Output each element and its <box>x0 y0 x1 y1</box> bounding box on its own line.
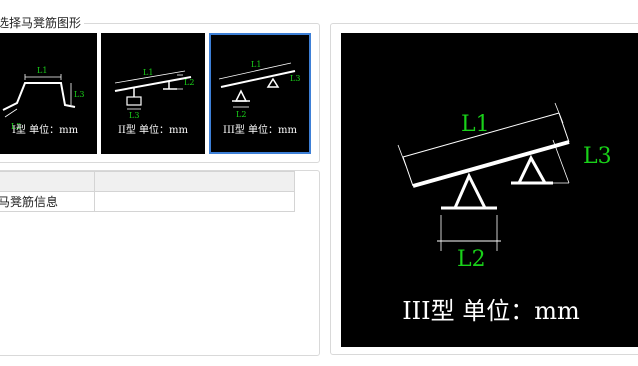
group-title: 选择马凳筋图形 <box>0 14 85 31</box>
property-table: 马凳筋信息 <box>0 171 295 212</box>
shape-option-type-3[interactable]: L1 L3 L2 III型 单位：mm <box>209 33 311 154</box>
preview-label-l2: L2 <box>457 247 486 272</box>
shape-option-type-2[interactable]: L1 L2 L3 II型 单位：mm <box>101 33 205 154</box>
type-1-caption: I型 单位：mm <box>11 125 79 136</box>
type-3-label-l2: L2 <box>236 110 246 119</box>
type-3-caption: III型 单位：mm <box>223 125 297 136</box>
table-cell-name: 马凳筋信息 <box>0 191 95 212</box>
property-table-panel: 马凳筋信息 <box>0 170 320 356</box>
shape-select-group: L1 L3 L2 I型 单位：mm L1 L2 L3 II型 单位：mm L1 … <box>0 23 320 163</box>
preview-label-l1: L1 <box>461 112 490 137</box>
type-3-label-l1: L1 <box>251 60 261 69</box>
type-1-label-l1: L1 <box>37 66 47 75</box>
table-header-name <box>0 171 95 192</box>
type-2-label-l1: L1 <box>143 68 153 77</box>
preview-caption: III型 单位：mm <box>402 297 580 325</box>
shape-option-type-1[interactable]: L1 L3 L2 I型 单位：mm <box>0 33 97 154</box>
type-2-caption: II型 单位：mm <box>117 125 189 136</box>
table-cell-value[interactable] <box>94 191 295 212</box>
preview-label-l3: L3 <box>583 144 612 169</box>
table-row[interactable]: 马凳筋信息 <box>0 191 295 212</box>
preview-canvas: L1 L2 L3 III型 单位：mm <box>341 33 638 347</box>
type-1-label-l3: L3 <box>74 90 84 99</box>
type-2-label-l3: L3 <box>129 111 139 120</box>
preview-panel: L1 L2 L3 III型 单位：mm <box>330 23 638 355</box>
type-3-label-l3: L3 <box>290 74 300 83</box>
type-2-label-l2: L2 <box>184 78 194 87</box>
table-header <box>0 171 295 192</box>
table-header-value <box>94 171 295 192</box>
